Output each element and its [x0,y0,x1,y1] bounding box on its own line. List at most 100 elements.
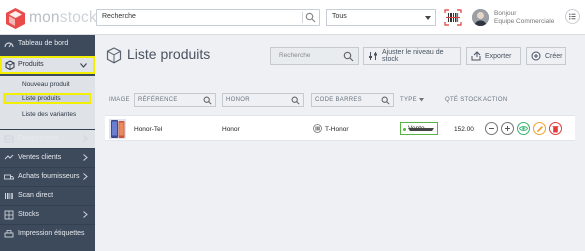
phone-icon [111,120,125,138]
avatar[interactable] [472,9,489,26]
product-search-placeholder: Recherche [279,52,311,59]
caret-down-icon[interactable] [419,98,424,102]
adjust-stock-button[interactable]: Ajuster le niveau de stock [363,47,461,65]
filter-barcode-input[interactable]: CODE BARRES [311,93,394,107]
sidebar-item-label: Tableau de bord [18,40,69,47]
sidebar-item-label: Equipements [18,135,59,142]
scan-icon [4,191,14,201]
cell-barcode: T-Honor [325,126,349,133]
submenu-item-variant-list[interactable]: Liste des variantes [22,111,76,118]
plus-icon [505,126,510,131]
submenu-item-product-list[interactable]: Liste produits [3,93,91,104]
filter-label: CODE BARRES [315,97,362,103]
product-thumbnail [109,119,126,139]
scope-select[interactable]: Tous [326,9,436,26]
eye-icon [519,126,528,131]
box-icon [106,47,122,64]
app-logo[interactable]: monstock [6,7,97,29]
column-header-action: ACTION [483,97,508,103]
plus-circle-icon [531,51,541,61]
table-row[interactable]: Honor-Tel Honor T-Honor Vente 152.00 [105,115,575,141]
chevron-down-icon [80,63,87,68]
truck-icon [4,172,14,182]
chevron-right-icon [83,173,88,180]
export-button[interactable]: Exporter [466,47,521,65]
barcode-scan-icon[interactable] [444,9,462,26]
submenu-item-new-product[interactable]: Nouveau produit [22,81,70,88]
cell-brand: Honor [222,126,240,133]
search-icon[interactable] [381,96,390,105]
decrease-stock-button[interactable] [485,122,498,135]
delete-button[interactable] [549,122,562,135]
chevron-right-icon [83,135,88,142]
sidebar: Tableau de bord Produits Nouveau produit… [0,35,95,251]
user-photo-icon [472,9,489,26]
sidebar-item-scan[interactable]: Scan direct [0,187,95,204]
sidebar-item-products[interactable]: Produits [0,56,95,74]
app-name: monstock [29,9,97,26]
search-icon[interactable] [305,12,316,23]
global-search-placeholder: Recherche [102,13,136,20]
column-header-qty: QTÉ STOCK [445,97,483,103]
type-select[interactable]: Vente [400,122,438,135]
user-greeting: Bonjour [494,10,517,17]
sidebar-item-label: Stocks [18,211,40,218]
divider [302,12,303,23]
sidebar-item-stocks[interactable]: Stocks [0,206,95,223]
sidebar-item-label: Ventes clients [18,154,62,161]
export-label: Exporter [485,52,512,60]
menu-list-icon [569,13,576,20]
barcode-icon [313,124,322,133]
chevron-right-icon [83,154,88,161]
dashboard-icon [4,39,14,49]
cell-qty: 152.00 [454,126,474,133]
scope-select-value: Tous [332,13,347,20]
status-dot [403,128,406,131]
sidebar-item-label: Scan direct [18,192,54,199]
sidebar-item-equipment[interactable]: Equipements [0,130,95,147]
chevron-down-icon [425,16,431,20]
search-icon[interactable] [343,51,354,62]
product-search-input[interactable]: Recherche [270,47,359,65]
chevron-right-icon [83,211,88,218]
user-info[interactable]: Bonjour Equipe Commerciale [494,10,554,26]
global-search-input[interactable]: Recherche [96,9,320,26]
trash-icon [552,125,559,132]
view-button[interactable] [517,122,530,135]
box-icon [5,60,15,70]
logo-cube-icon [6,7,25,29]
print-icon [4,229,14,239]
adjust-stock-label: Ajuster le niveau de stock [382,49,444,63]
filter-label: RÉFÉRENCE [138,97,178,103]
chevron-down-icon [408,128,434,131]
filter-brand-input[interactable]: HONOR [222,93,304,107]
equipment-icon [4,134,14,144]
increase-stock-button[interactable] [501,122,514,135]
column-header-image: IMAGE [109,97,130,103]
create-label: Créer [545,52,563,60]
sales-icon [4,153,14,163]
sidebar-item-dashboard[interactable]: Tableau de bord [0,35,95,52]
filter-label: HONOR [226,97,250,103]
user-team: Equipe Commerciale [494,18,555,25]
top-bar: monstock Recherche Tous Bonjour Equipe C… [0,0,585,35]
export-icon [471,51,481,61]
submenu-item-label: Liste produits [22,95,61,102]
main-content: Liste produits Recherche Ajuster le nive… [95,35,585,251]
sidebar-item-sales[interactable]: Ventes clients [0,149,95,166]
search-icon[interactable] [291,96,300,105]
stock-icon [4,210,14,220]
create-button[interactable]: Créer [526,47,566,65]
pencil-icon [536,125,543,132]
sidebar-item-label: Produits [18,61,44,68]
sidebar-item-purchases[interactable]: Achats fournisseurs [0,168,95,185]
edit-button[interactable] [533,122,546,135]
cell-reference[interactable]: Honor-Tel [134,126,162,133]
sliders-icon [368,51,378,61]
column-header-type: TYPE [400,97,417,103]
search-icon[interactable] [203,96,212,105]
apps-menu-button[interactable] [565,9,580,24]
sidebar-item-label: Impression étiquettes [18,230,85,237]
sidebar-item-print-labels[interactable]: Impression étiquettes [0,225,95,242]
filter-reference-input[interactable]: RÉFÉRENCE [134,93,216,107]
